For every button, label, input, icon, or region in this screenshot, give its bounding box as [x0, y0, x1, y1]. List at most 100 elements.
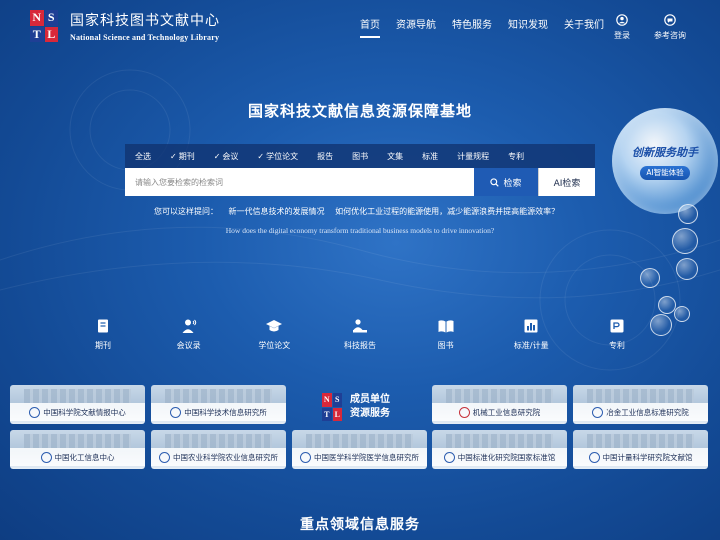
member-name: 中国计量科学研究院文献馆 — [602, 452, 693, 462]
building-image — [587, 389, 694, 403]
type-patent[interactable]: 专利 — [508, 151, 524, 162]
member-card[interactable]: 冶金工业信息标准研究院 — [573, 385, 708, 424]
member-card[interactable]: 中国计量科学研究院文献馆 — [573, 430, 708, 469]
building-image — [446, 389, 553, 403]
member-card[interactable]: 机械工业信息研究院 — [432, 385, 567, 424]
member-card[interactable]: 中国农业科学院农业信息研究所 — [151, 430, 286, 469]
search-icon — [490, 177, 500, 187]
building-image — [165, 389, 272, 403]
type-report[interactable]: 报告 — [317, 151, 333, 162]
member-name: 机械工业信息研究院 — [472, 407, 541, 417]
consult-link[interactable]: 参考咨询 — [654, 14, 686, 41]
search-button-label: 检索 — [503, 178, 522, 189]
member-card[interactable]: 中国科学院文献情报中心 — [10, 385, 145, 424]
graduation-cap-icon — [266, 320, 283, 332]
category-thesis[interactable]: 学位论文 — [236, 318, 312, 351]
type-label: 专利 — [508, 151, 525, 161]
journal-icon — [98, 319, 108, 333]
member-card[interactable]: 中国标准化研究院国家标准馆 — [432, 430, 567, 469]
type-select-all[interactable]: 全选 — [135, 151, 151, 162]
category-tech-report[interactable]: 科技报告 — [322, 318, 398, 351]
check-icon: ✓ — [213, 151, 221, 161]
category-label: 标准/计量 — [513, 341, 549, 350]
type-journal[interactable]: ✓ 期刊 — [170, 151, 195, 162]
innovation-assistant-bubble[interactable]: 创新服务助手 AI智能体验 — [612, 108, 718, 214]
patent-icon — [610, 319, 624, 333]
category-proceedings[interactable]: 会议录 — [151, 318, 227, 351]
category-shortcuts: 期刊 会议录 学位论文 科技报告 图书 标准/计量 专利 — [65, 318, 655, 351]
member-units-heading: N S T L 成员单位 资源服务 — [322, 388, 402, 426]
check-icon: ✓ — [170, 151, 177, 161]
type-conference[interactable]: ✓ 会议 — [214, 151, 239, 162]
institution-logo-icon — [40, 451, 52, 463]
search-row: 检索 AI检索 — [125, 168, 595, 196]
bubble-decoration — [640, 268, 660, 288]
building-image — [306, 434, 413, 448]
type-proceedings[interactable]: 文集 — [387, 151, 403, 162]
type-label: 报告 — [317, 151, 334, 161]
nav-knowledge-discovery[interactable]: 知识发现 — [508, 16, 548, 38]
member-name: 中国标准化研究院国家标准馆 — [457, 452, 556, 462]
logo-letter-t: T — [30, 26, 44, 42]
search-input[interactable] — [125, 168, 474, 196]
site-logo[interactable]: N S T L 国家科技图书文献中心 National Science and … — [30, 10, 220, 42]
logo-letter-n: N — [30, 10, 44, 26]
member-card[interactable]: 中国化工信息中心 — [10, 430, 145, 469]
nav-featured-services[interactable]: 特色服务 — [452, 16, 492, 38]
suggest-link-2[interactable]: 如何优化工业过程的能源使用，减少能源浪费并提高能源效率？ — [335, 207, 559, 216]
institution-logo-icon — [29, 406, 41, 418]
member-name: 中国科学技术信息研究所 — [184, 407, 267, 417]
search-button[interactable]: 检索 — [474, 168, 538, 196]
logo-letter-n: N — [322, 393, 332, 407]
consult-label: 参考咨询 — [654, 31, 686, 40]
type-label: 全选 — [135, 151, 151, 161]
category-patent[interactable]: 专利 — [579, 318, 655, 351]
member-card[interactable]: 中国科学技术信息研究所 — [151, 385, 286, 424]
login-label: 登录 — [614, 31, 630, 40]
book-icon — [438, 320, 454, 333]
check-icon: ✓ — [257, 151, 265, 161]
category-label: 科技报告 — [343, 341, 376, 350]
nav-home[interactable]: 首页 — [360, 16, 380, 38]
bubble-decoration — [674, 306, 690, 322]
institution-logo-icon — [588, 451, 600, 463]
bubble-decoration — [676, 258, 698, 280]
category-label: 期刊 — [95, 341, 111, 350]
institution-logo-icon — [443, 451, 455, 463]
type-label: 图书 — [352, 151, 369, 161]
type-label: 文集 — [387, 151, 404, 161]
category-label: 学位论文 — [258, 341, 291, 350]
suggest-link-1[interactable]: 新一代信息技术的发展情况 — [229, 207, 325, 216]
ai-search-button[interactable]: AI检索 — [538, 168, 595, 196]
ai-experience-badge[interactable]: AI智能体验 — [640, 166, 690, 180]
member-card[interactable]: 中国医学科学院医学信息研究所 — [292, 430, 427, 469]
type-label: 计量规程 — [457, 151, 490, 161]
type-metrology[interactable]: 计量规程 — [457, 151, 489, 162]
nav-resource-guide[interactable]: 资源导航 — [396, 16, 436, 38]
category-standard[interactable]: 标准/计量 — [493, 318, 569, 351]
type-thesis[interactable]: ✓ 学位论文 — [257, 151, 298, 162]
category-label: 专利 — [608, 341, 625, 350]
bubble-decoration — [678, 204, 698, 224]
type-label: 学位论文 — [266, 151, 299, 161]
type-book[interactable]: 图书 — [352, 151, 368, 162]
building-image — [587, 434, 694, 448]
category-journal[interactable]: 期刊 — [65, 318, 141, 351]
institution-logo-icon — [170, 406, 182, 418]
institution-logo-icon — [458, 406, 470, 418]
category-label: 图书 — [437, 341, 454, 350]
suggest-label: 您可以这样提问： — [154, 207, 218, 216]
suggest-link-en[interactable]: How does the digital economy transform t… — [0, 226, 720, 235]
login-link[interactable]: 登录 — [614, 14, 630, 41]
hero-title: 国家科技文献信息资源保障基地 — [247, 102, 472, 120]
member-name: 冶金工业信息标准研究院 — [606, 407, 689, 417]
key-fields-section-title: 重点领域信息服务 — [300, 517, 420, 533]
type-standard[interactable]: 标准 — [422, 151, 438, 162]
category-book[interactable]: 图书 — [408, 318, 484, 351]
bubble-decoration — [672, 228, 698, 254]
site-title-cn: 国家科技图书文献中心 — [70, 13, 220, 29]
main-nav: 首页 资源导航 特色服务 知识发现 关于我们 — [360, 16, 620, 38]
chat-icon — [664, 14, 676, 26]
assistant-title: 创新服务助手 — [632, 146, 698, 159]
category-label: 会议录 — [176, 341, 201, 350]
